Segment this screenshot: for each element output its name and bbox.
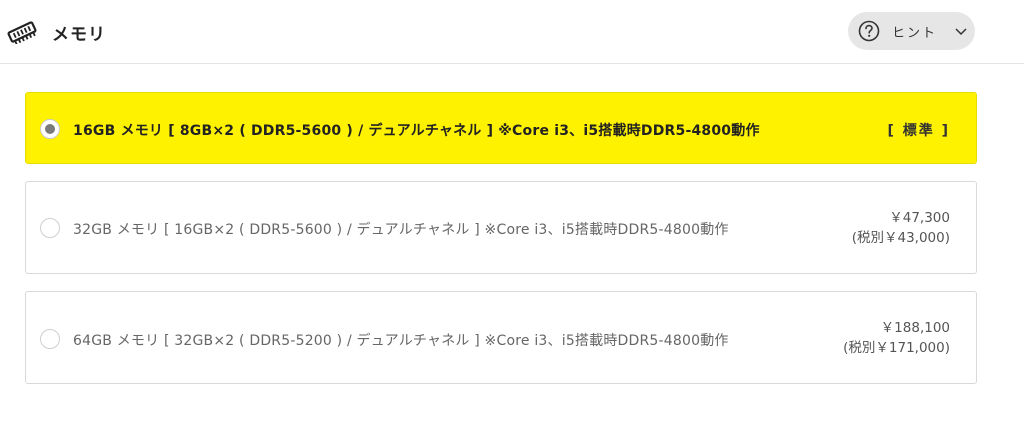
standard-badge: [ 標準 ]: [887, 123, 950, 139]
section-title: メモリ: [52, 25, 106, 45]
hint-button[interactable]: ヒント: [848, 12, 975, 50]
question-circle-icon: [858, 20, 880, 42]
option-price-ex-tax: (税別￥171,000): [843, 340, 950, 356]
radio-button[interactable]: [40, 329, 60, 349]
option-price-block: ￥47,300 (税別￥43,000): [852, 208, 950, 248]
memory-option-16gb[interactable]: 16GB メモリ [ 8GB×2 ( DDR5-5600 ) / デュアルチャネ…: [25, 92, 977, 164]
option-price: ￥47,300: [889, 210, 950, 226]
radio-button[interactable]: [40, 218, 60, 238]
option-label: 64GB メモリ [ 32GB×2 ( DDR5-5200 ) / デュアルチャ…: [73, 333, 729, 349]
option-price-block: ￥188,100 (税別￥171,000): [843, 318, 950, 358]
option-price: ￥188,100: [880, 320, 950, 336]
option-label: 32GB メモリ [ 16GB×2 ( DDR5-5600 ) / デュアルチャ…: [73, 222, 729, 238]
memory-option-32gb[interactable]: 32GB メモリ [ 16GB×2 ( DDR5-5600 ) / デュアルチャ…: [25, 181, 977, 274]
section-header: メモリ ヒント: [0, 0, 1024, 64]
hint-label: ヒント: [892, 25, 938, 41]
option-label: 16GB メモリ [ 8GB×2 ( DDR5-5600 ) / デュアルチャネ…: [73, 123, 760, 139]
memory-option-64gb[interactable]: 64GB メモリ [ 32GB×2 ( DDR5-5200 ) / デュアルチャ…: [25, 291, 977, 384]
memory-chip-icon: [7, 21, 37, 44]
option-price-ex-tax: (税別￥43,000): [851, 230, 950, 246]
chevron-down-icon: [955, 28, 967, 36]
radio-button[interactable]: [40, 119, 60, 139]
